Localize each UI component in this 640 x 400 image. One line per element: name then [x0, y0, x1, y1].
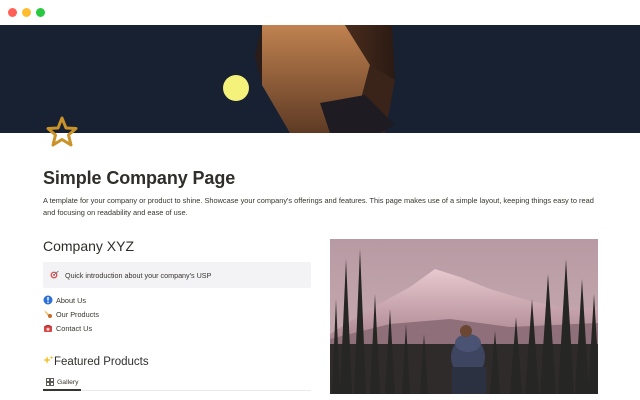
active-tab-indicator	[43, 389, 81, 391]
featured-products-heading[interactable]: Featured Products	[43, 355, 149, 368]
usp-callout[interactable]: Quick introduction about your company's …	[43, 262, 311, 288]
cover-artwork	[0, 25, 640, 133]
hiker-photo[interactable]	[330, 239, 598, 394]
photo-artwork	[330, 239, 598, 394]
featured-title-text: Featured Products	[54, 356, 149, 368]
target-icon	[49, 270, 59, 280]
maximize-window-button[interactable]	[36, 8, 45, 17]
link-label: Our Products	[56, 309, 99, 319]
tab-gallery[interactable]: Gallery	[43, 375, 82, 389]
company-links: About Us Our Products Contact Us	[43, 293, 311, 335]
info-icon	[43, 295, 53, 305]
close-window-button[interactable]	[8, 8, 17, 17]
tab-label: Gallery	[57, 378, 79, 386]
sparkles-icon	[43, 355, 54, 364]
star-icon[interactable]	[46, 116, 78, 148]
callout-text: Quick introduction about your company's …	[65, 270, 212, 280]
company-section: Company XYZ Quick introduction about you…	[43, 238, 311, 335]
tab-divider	[43, 390, 311, 391]
sun-shape	[223, 75, 249, 101]
link-our-products[interactable]: Our Products	[43, 307, 311, 321]
comet-icon	[44, 310, 52, 318]
minimize-window-button[interactable]	[22, 8, 31, 17]
page-title[interactable]: Simple Company Page	[43, 168, 235, 189]
link-contact-us[interactable]: Contact Us	[43, 321, 311, 335]
company-heading[interactable]: Company XYZ	[43, 238, 311, 258]
telephone-icon	[43, 324, 53, 332]
link-label: About Us	[56, 295, 87, 305]
window-titlebar	[0, 0, 640, 25]
cover-image[interactable]	[0, 25, 640, 133]
grid-icon	[46, 378, 54, 386]
link-label: Contact Us	[56, 323, 93, 333]
page-description[interactable]: A template for your company or product t…	[43, 195, 603, 218]
link-about-us[interactable]: About Us	[43, 293, 311, 307]
